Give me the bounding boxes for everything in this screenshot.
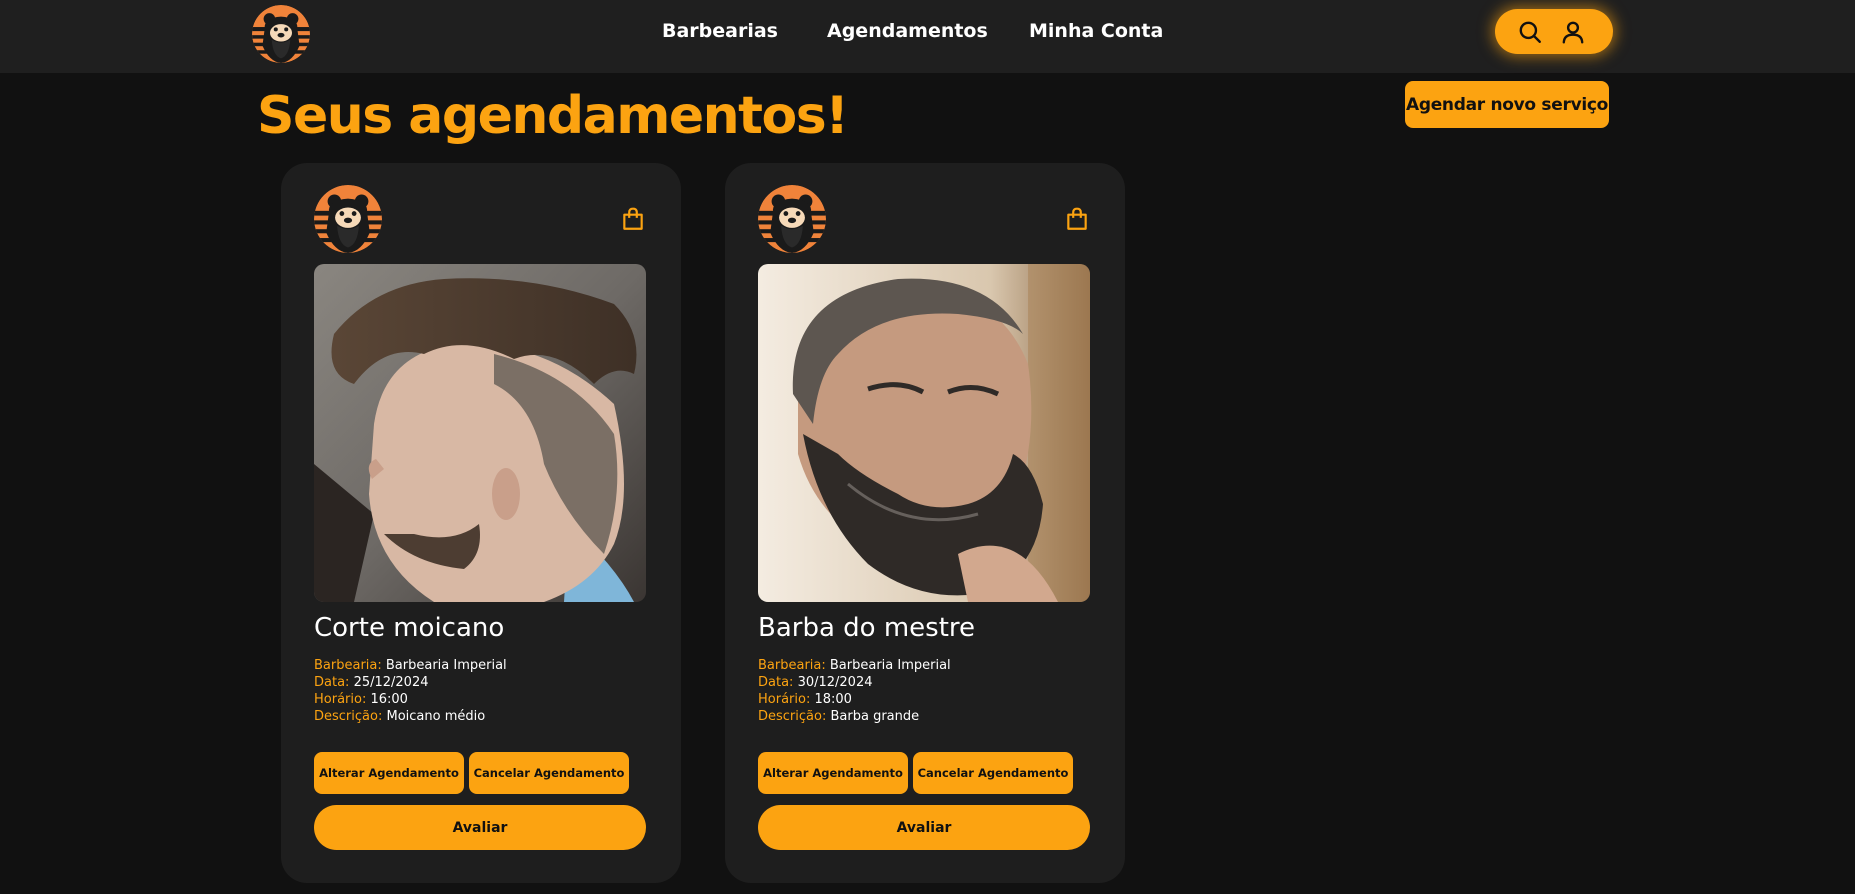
barbershop-value: Barbearia Imperial [385, 658, 507, 673]
nav-link-minha-conta[interactable]: Minha Conta [1029, 20, 1163, 42]
cancel-appointment-button[interactable]: Cancelar Agendamento [913, 752, 1073, 794]
service-photo-mohawk [314, 264, 646, 602]
service-photo-beard [758, 264, 1090, 602]
user-icon[interactable] [1560, 19, 1586, 45]
page-title: Seus agendamentos! [257, 86, 849, 146]
time-value: 18:00 [814, 692, 852, 707]
description-value: Barba grande [830, 709, 920, 724]
appointment-details: Barbearia: Barbearia Imperial Data: 25/1… [314, 657, 507, 725]
appointment-details: Barbearia: Barbearia Imperial Data: 30/1… [758, 657, 951, 725]
rate-button[interactable]: Avaliar [314, 805, 646, 850]
change-appointment-button[interactable]: Alterar Agendamento [314, 752, 464, 794]
top-navbar: Barbearias Agendamentos Minha Conta [0, 0, 1855, 73]
shopping-bag-icon[interactable] [1064, 206, 1090, 232]
new-service-button[interactable]: Agendar novo serviço [1405, 81, 1609, 128]
date-label: Data: [758, 675, 794, 690]
time-label: Horário: [314, 692, 367, 707]
rate-button[interactable]: Avaliar [758, 805, 1090, 850]
header-actions-pill [1495, 9, 1613, 54]
description-value: Moicano médio [386, 709, 486, 724]
cancel-appointment-button[interactable]: Cancelar Agendamento [469, 752, 629, 794]
date-label: Data: [314, 675, 350, 690]
date-value: 30/12/2024 [797, 675, 873, 690]
description-label: Descrição: [314, 709, 383, 724]
shopping-bag-icon[interactable] [620, 206, 646, 232]
nav-link-agendamentos[interactable]: Agendamentos [827, 20, 988, 42]
appointment-card: Corte moicano Barbearia: Barbearia Imper… [281, 163, 681, 883]
barbershop-label: Barbearia: [758, 658, 826, 673]
date-value: 25/12/2024 [353, 675, 429, 690]
service-name: Barba do mestre [758, 613, 976, 643]
barbershop-label: Barbearia: [314, 658, 382, 673]
time-label: Horário: [758, 692, 811, 707]
appointment-card: Barba do mestre Barbearia: Barbearia Imp… [725, 163, 1125, 883]
nav-link-barbearias[interactable]: Barbearias [662, 20, 778, 42]
service-name: Corte moicano [314, 613, 505, 643]
bear-barber-logo [758, 185, 826, 253]
change-appointment-button[interactable]: Alterar Agendamento [758, 752, 908, 794]
bear-barber-logo [314, 185, 382, 253]
description-label: Descrição: [758, 709, 827, 724]
bear-barber-logo[interactable] [252, 5, 310, 63]
barbershop-value: Barbearia Imperial [829, 658, 951, 673]
time-value: 16:00 [370, 692, 408, 707]
search-icon[interactable] [1517, 19, 1543, 45]
